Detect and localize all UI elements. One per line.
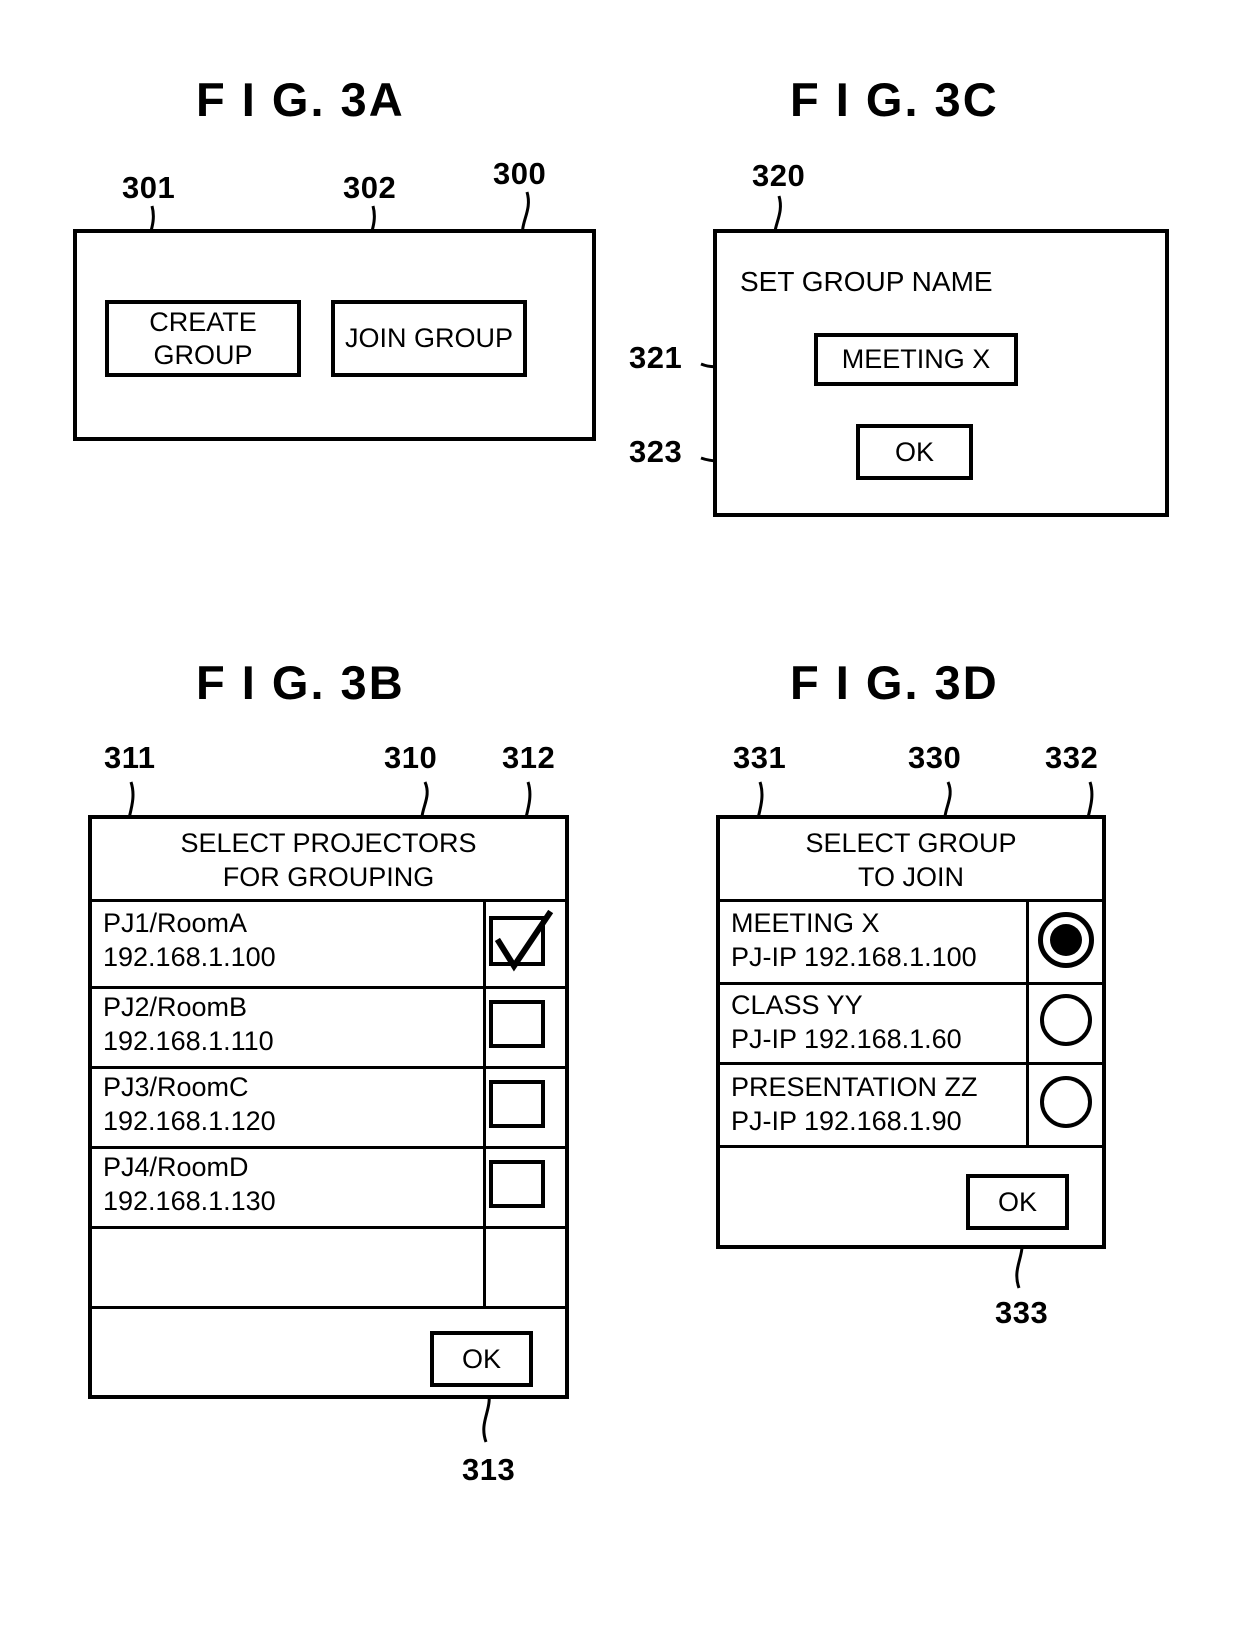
patent-figure-sheet: F I G. 3A 301 302 300 CREATE GROUP JOIN … bbox=[0, 0, 1240, 1639]
group-row-3-radio[interactable] bbox=[1040, 1076, 1092, 1128]
select-group-header-text: SELECT GROUP TO JOIN bbox=[805, 828, 1017, 892]
group-list-footer-divider bbox=[716, 1145, 1106, 1148]
figure-3d-ref-333: 333 bbox=[995, 1295, 1049, 1330]
group-row-divider-1 bbox=[716, 982, 1106, 985]
group-row-divider-2 bbox=[716, 1062, 1106, 1065]
group-row-1-name: MEETING X bbox=[731, 908, 880, 938]
group-row-2-radio[interactable] bbox=[1040, 994, 1092, 1046]
figure-3d-ref-331: 331 bbox=[733, 740, 787, 775]
select-group-header-divider bbox=[716, 899, 1106, 902]
group-row-1-ip: PJ-IP 192.168.1.100 bbox=[731, 942, 977, 972]
group-row-3-ip: PJ-IP 192.168.1.90 bbox=[731, 1106, 962, 1136]
figure-3d-ref-332: 332 bbox=[1045, 740, 1099, 775]
radio-selected-dot-icon bbox=[1050, 924, 1082, 956]
group-radio-column-divider bbox=[1026, 899, 1029, 1145]
group-row-2-ip: PJ-IP 192.168.1.60 bbox=[731, 1024, 962, 1054]
select-group-ok-button[interactable]: OK bbox=[966, 1174, 1069, 1230]
figure-3d-ref-330: 330 bbox=[908, 740, 962, 775]
group-row-2-name: CLASS YY bbox=[731, 990, 863, 1020]
group-row-1-radio[interactable] bbox=[1038, 912, 1094, 968]
select-group-ok-label: OK bbox=[997, 1186, 1037, 1217]
group-row-3-name: PRESENTATION ZZ bbox=[731, 1072, 978, 1102]
